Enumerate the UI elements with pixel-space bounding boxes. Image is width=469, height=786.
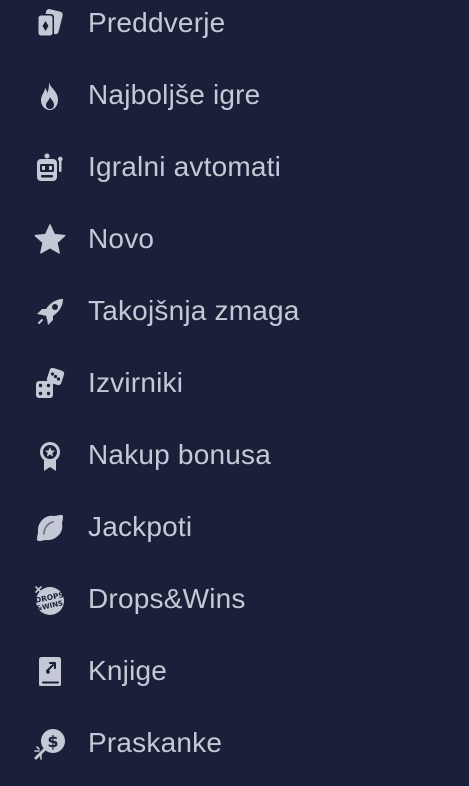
menu-item-top-games[interactable]: Najboljše igre [0, 66, 469, 122]
menu-item-originals[interactable]: Izvirniki [0, 354, 469, 410]
menu-item-label: Izvirniki [88, 367, 184, 398]
slot-machine-icon [32, 150, 68, 186]
drops-wins-icon: DROPS &WINS [32, 582, 68, 618]
lobby-cards-icon [32, 6, 68, 42]
dice-icon [32, 366, 68, 402]
menu-item-label: Takojšnja zmaga [88, 295, 300, 326]
menu-item-label: Drops&Wins [88, 583, 246, 614]
menu-item-jackpots[interactable]: Jackpoti [0, 498, 469, 554]
menu-item-new[interactable]: Novo [0, 210, 469, 266]
menu-item-lobby[interactable]: Preddverje [0, 0, 469, 50]
scratch-coin-icon: $ [32, 726, 68, 762]
star-icon [32, 222, 68, 258]
fire-icon [32, 78, 68, 114]
menu-item-instant-win[interactable]: Takojšnja zmaga [0, 282, 469, 338]
menu-item-label: Nakup bonusa [88, 439, 271, 470]
award-badge-icon [32, 438, 68, 474]
menu-item-drops-wins[interactable]: DROPS &WINS Drops&Wins [0, 570, 469, 626]
lemon-icon [32, 510, 68, 546]
instant-win-rocket-icon [32, 294, 68, 330]
menu-item-label: Najboljše igre [88, 79, 261, 110]
menu-item-label: Novo [88, 223, 155, 254]
menu-item-label: Praskanke [88, 727, 223, 758]
menu-item-label: Igralni avtomati [88, 151, 282, 182]
svg-text:$: $ [47, 732, 58, 751]
menu-item-label: Knjige [88, 655, 168, 686]
book-icon [32, 654, 68, 690]
menu-item-bonus-buy[interactable]: Nakup bonusa [0, 426, 469, 482]
menu-item-books[interactable]: Knjige [0, 642, 469, 698]
menu-item-slots[interactable]: Igralni avtomati [0, 138, 469, 194]
menu-item-label: Jackpoti [88, 511, 193, 542]
side-menu: Preddverje Najboljše igre Igralni avtoma [0, 0, 469, 786]
menu-item-label: Preddverje [88, 7, 226, 38]
menu-item-scratch-cards[interactable]: $ Praskanke [0, 714, 469, 770]
